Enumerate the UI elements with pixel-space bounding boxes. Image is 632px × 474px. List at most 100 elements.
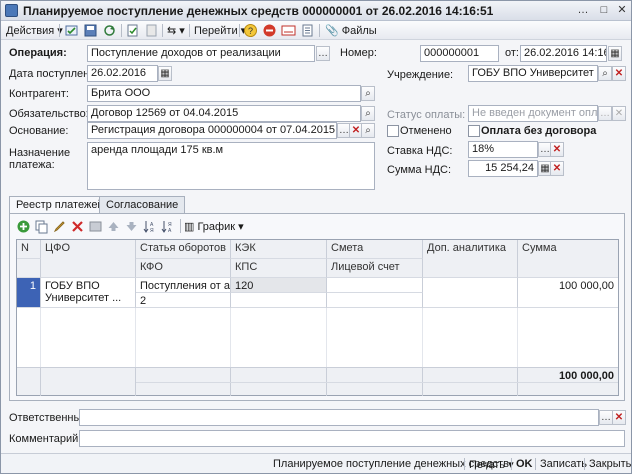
operation-field[interactable]: Поступление доходов от реализации — [87, 45, 315, 62]
toolbar-separator — [121, 24, 122, 37]
obligation-label: Обязательство: — [9, 108, 89, 120]
move-down-icon[interactable] — [124, 219, 139, 234]
clear-icon[interactable]: ✕ — [612, 106, 626, 121]
number-field[interactable]: 000000001 — [420, 45, 499, 62]
svg-text:А: А — [168, 228, 172, 234]
column-header-kps[interactable]: КПС — [231, 259, 327, 278]
turnover-item-cell[interactable]: Поступления от аре... — [136, 278, 231, 293]
responsible-field[interactable] — [79, 409, 599, 426]
maximize-icon[interactable]: □ — [597, 4, 611, 17]
counterparty-label: Контрагент: — [9, 88, 69, 100]
payment-registry-panel: АЯ ЯА ▥ График ▾ N ЦФО Статья оборотов К… — [9, 213, 625, 401]
unpost-icon[interactable] — [144, 23, 159, 38]
delete-icon[interactable] — [70, 219, 85, 234]
counterparty-field[interactable]: Брита ООО — [87, 85, 361, 102]
clear-icon[interactable]: ✕ — [612, 66, 626, 81]
search-icon[interactable]: ⌕ — [361, 86, 375, 101]
end-edit-icon[interactable] — [88, 219, 103, 234]
payment-table: N ЦФО Статья оборотов КЭК Смета Доп. ана… — [16, 239, 619, 396]
column-header-n[interactable]: N — [17, 240, 41, 259]
search-icon[interactable]: ⌕ — [598, 66, 612, 81]
column-header-cfo[interactable]: ЦФО — [41, 240, 136, 278]
number-label: Номер: — [340, 47, 377, 59]
document-list-icon[interactable] — [300, 23, 315, 38]
save-icon[interactable] — [83, 23, 98, 38]
save-button[interactable]: Записать — [540, 458, 587, 470]
copy-icon[interactable] — [34, 219, 49, 234]
help-icon[interactable]: ? — [243, 23, 258, 38]
search-icon[interactable]: ⌕ — [361, 106, 375, 121]
chart-icon: ▥ — [184, 221, 195, 233]
purpose-label: Назначение платежа: — [9, 147, 71, 171]
receipt-date-field[interactable]: 26.02.2016 — [87, 65, 158, 82]
vat-sum-label: Сумма НДС: — [387, 164, 452, 176]
no-entry-icon[interactable] — [262, 23, 277, 38]
select-button[interactable]: … — [598, 106, 612, 121]
basis-field[interactable]: Регистрация договора 000000004 от 07.04.… — [87, 122, 337, 139]
cancelled-checkbox[interactable] — [387, 125, 399, 137]
vat-sum-field[interactable]: 15 254,24 — [468, 160, 538, 177]
vat-rate-field[interactable]: 18% — [468, 141, 538, 158]
kek-cell[interactable]: 120 — [231, 278, 327, 293]
svg-text:Я: Я — [150, 228, 154, 234]
column-header-estimate[interactable]: Смета — [327, 240, 423, 259]
toolbar-separator — [59, 24, 60, 37]
separator — [535, 458, 536, 470]
institution-field[interactable]: ГОБУ ВПО Университет искус — [468, 65, 598, 82]
grid-line — [517, 308, 518, 367]
report-dt-kt-icon[interactable] — [281, 23, 296, 38]
estimate-cell[interactable] — [327, 278, 423, 293]
edit-icon[interactable] — [52, 219, 67, 234]
no-contract-checkbox[interactable] — [468, 125, 480, 137]
move-up-icon[interactable] — [106, 219, 121, 234]
date-from-field[interactable]: 26.02.2016 14:16:51 — [520, 45, 607, 62]
close-icon[interactable]: ✕ — [615, 4, 629, 17]
clear-icon[interactable]: ✕ — [550, 142, 564, 157]
row-number-cell[interactable]: 1 — [17, 278, 41, 308]
add-icon[interactable] — [16, 219, 31, 234]
clear-icon[interactable]: ✕ — [550, 161, 564, 176]
chart-menu[interactable]: ▥ График ▾ — [184, 220, 244, 233]
cfo-cell[interactable]: ГОБУ ВПО Университет ... — [41, 278, 136, 308]
basis-label: Основание: — [9, 125, 69, 137]
column-header-n-sub — [17, 259, 41, 278]
sort-desc-icon[interactable]: ЯА — [160, 219, 175, 234]
select-button[interactable]: … — [599, 410, 613, 425]
grid-line — [326, 308, 327, 367]
kps-cell[interactable] — [231, 293, 327, 308]
column-header-kek[interactable]: КЭК — [231, 240, 327, 259]
command-bar: Планируемое поступление денежных средств… — [1, 453, 631, 473]
post-icon[interactable] — [125, 23, 140, 38]
comment-field[interactable] — [79, 430, 625, 447]
sum-cell[interactable]: 100 000,00 — [518, 278, 618, 308]
column-header-sum[interactable]: Сумма — [518, 240, 618, 278]
calendar-icon[interactable]: ▦ — [608, 46, 622, 61]
sort-asc-icon[interactable]: АЯ — [142, 219, 157, 234]
account-cell[interactable] — [327, 293, 423, 308]
column-header-kfo[interactable]: КФО — [136, 259, 231, 278]
kfo-cell[interactable]: 2 — [136, 293, 231, 308]
purpose-textarea[interactable]: аренда площади 175 кв.м — [87, 142, 375, 190]
more-icon[interactable]: … — [576, 4, 590, 17]
files-button[interactable]: 📎 Файлы — [325, 24, 377, 37]
calendar-icon[interactable]: ▦ — [158, 66, 172, 81]
clear-icon[interactable]: ✕ — [612, 410, 626, 425]
obligation-field[interactable]: Договор 12569 от 04.04.2015 — [87, 105, 361, 122]
column-header-account[interactable]: Лицевой счет — [327, 259, 423, 278]
comment-label: Комментарий: — [9, 433, 82, 445]
search-icon[interactable]: ⌕ — [361, 123, 375, 138]
document-icon — [5, 4, 18, 17]
tab-approval[interactable]: Согласование — [99, 196, 186, 214]
column-header-turnover-item[interactable]: Статья оборотов — [136, 240, 231, 259]
operation-select-button[interactable]: … — [316, 46, 330, 61]
column-header-extra-analytics[interactable]: Доп. аналитика — [423, 240, 518, 278]
actions-menu[interactable]: Действия ▾ — [6, 24, 63, 37]
ok-button[interactable]: OK — [516, 458, 533, 470]
structure-icon[interactable]: ⇆ ▾ — [167, 24, 185, 37]
extra-analytics-cell[interactable] — [423, 278, 518, 308]
print-button[interactable]: Печать ▾ — [469, 458, 514, 471]
refresh-icon[interactable] — [102, 23, 117, 38]
payment-status-field: Не введен документ оплаты — [468, 105, 598, 122]
close-button[interactable]: Закрыть — [589, 458, 631, 470]
post-close-icon[interactable] — [64, 23, 79, 38]
